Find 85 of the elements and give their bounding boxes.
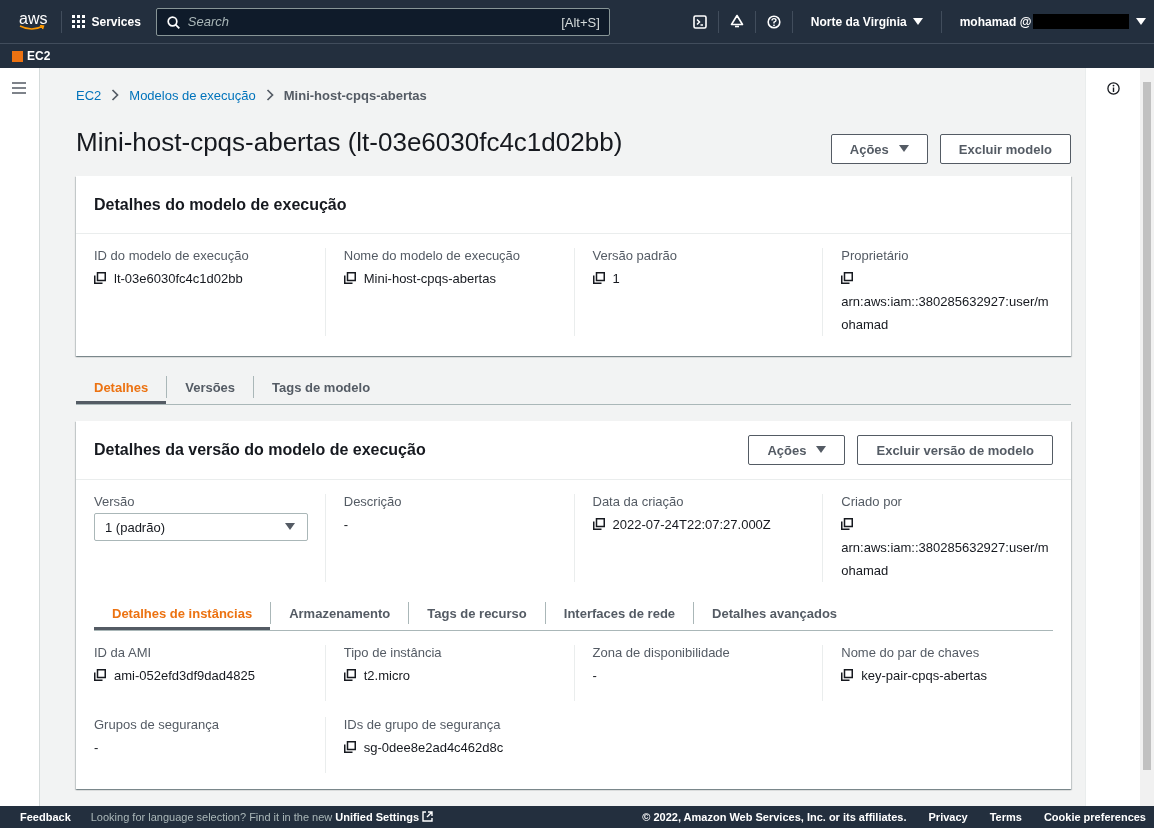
field-value: t2.micro	[363, 668, 410, 683]
copy-icon[interactable]	[343, 741, 356, 753]
unified-settings-link[interactable]: Unified Settings	[335, 811, 434, 823]
copy-icon[interactable]	[592, 518, 605, 530]
tab[interactable]: Armazenamento	[271, 596, 409, 630]
field-label: Descrição	[343, 494, 403, 509]
caret-down-icon	[912, 17, 923, 26]
shortcut-hint: [Alt+S]	[561, 14, 600, 30]
service-shortcut[interactable]: EC2	[27, 49, 51, 63]
services-button[interactable]: Services	[62, 14, 151, 29]
footer-link[interactable]: Terms	[989, 811, 1022, 823]
copy-icon[interactable]	[841, 272, 854, 284]
caret-down-icon	[898, 145, 909, 153]
tab[interactable]: Versões	[167, 370, 254, 404]
smile-arrow-icon	[19, 25, 45, 31]
menu-icon[interactable]	[12, 82, 26, 94]
external-link-icon	[422, 811, 434, 822]
aws-logo[interactable]: aws	[19, 12, 48, 31]
field-value: lt-03e6030fc4c1d02bb	[114, 271, 243, 286]
page-title: Mini-host-cpqs-abertas (lt-03e6030fc4c1d02bb)	[76, 126, 623, 158]
tab[interactable]: Interfaces de rede	[545, 596, 694, 630]
field-value: Mini-host-cpqs-abertas	[363, 271, 496, 286]
actions-dropdown-button[interactable]: Ações	[830, 134, 928, 164]
chevron-right-icon	[265, 89, 274, 101]
region-selector[interactable]: Norte da Virgínia	[792, 14, 941, 29]
field-label: Nome do modelo de execução	[343, 248, 522, 263]
feedback-link[interactable]: Feedback	[20, 811, 71, 823]
field-value: -	[592, 668, 597, 683]
tab[interactable]: Tags de modelo	[254, 370, 389, 404]
field-label: Versão padrão	[592, 248, 679, 263]
grid-icon	[72, 15, 86, 28]
delete-version-button[interactable]: Excluir versão de modelo	[857, 435, 1053, 465]
copyright-text: © 2022, Amazon Web Services, Inc. or its affiliates.	[642, 811, 907, 823]
language-hint: Looking for language selection? Find it in the new Unified Settings	[90, 811, 434, 823]
copy-icon[interactable]	[94, 669, 106, 681]
account-menu[interactable]: mohamad @	[959, 14, 1032, 29]
footer-link[interactable]: Privacy	[928, 811, 968, 823]
field-value: 1	[612, 271, 620, 286]
field-label: ID da AMI	[94, 645, 153, 660]
copy-icon[interactable]	[343, 669, 356, 681]
field-value: sg-0dee8e2ad4c462d8c	[363, 740, 504, 755]
caret-down-icon	[1136, 17, 1146, 26]
breadcrumb-link[interactable]: EC2	[76, 87, 102, 103]
footer-link[interactable]: Cookie preferences	[1043, 811, 1146, 823]
info-icon[interactable]	[1106, 82, 1120, 95]
caret-down-icon	[285, 523, 295, 531]
ec2-service-icon	[12, 50, 23, 62]
field-value: ami-052efd3df9dad4825	[114, 668, 255, 683]
field-label: Tipo de instância	[343, 645, 443, 660]
caret-down-icon	[816, 446, 827, 454]
field-label: ID do modelo de execução	[94, 248, 250, 263]
field-label: Grupos de segurança	[94, 717, 221, 732]
copy-icon[interactable]	[592, 272, 605, 284]
field-value: -	[94, 740, 99, 755]
field-value: 2022-07-24T22:07:27.000Z	[612, 517, 771, 532]
tab[interactable]: Tags de recurso	[409, 596, 545, 630]
breadcrumb-current: Mini-host-cpqs-abertas	[283, 87, 427, 103]
copy-icon[interactable]	[841, 669, 854, 681]
chevron-right-icon	[111, 89, 120, 101]
version-dropdown[interactable]: 1 (padrão)	[94, 513, 308, 541]
help-icon[interactable]	[766, 14, 781, 29]
field-label: Nome do par de chaves	[841, 645, 981, 660]
field-label: Zona de disponibilidade	[592, 645, 731, 660]
bell-icon[interactable]	[729, 14, 744, 29]
field-label: Criado por	[841, 494, 903, 509]
field-label: Versão	[94, 494, 136, 509]
field-value: key-pair-cpqs-abertas	[861, 668, 987, 683]
scrollbar[interactable]	[1140, 68, 1154, 806]
field-label: Proprietário	[841, 248, 910, 263]
card-title: Detalhes da versão do modelo de execução	[94, 441, 426, 459]
field-value: arn:aws:iam::380285632927:user/mohamad	[841, 540, 1049, 578]
card-title: Detalhes do modelo de execução	[94, 195, 347, 214]
tab[interactable]: Detalhes avançados	[694, 596, 856, 630]
copy-icon[interactable]	[343, 272, 356, 284]
delete-template-button[interactable]: Excluir modelo	[939, 134, 1071, 164]
breadcrumb-link[interactable]: Modelos de execução	[129, 87, 256, 103]
field-label: Data da criação	[592, 494, 685, 509]
search-icon	[166, 15, 180, 29]
copy-icon[interactable]	[841, 518, 854, 530]
actions-dropdown-button[interactable]: Ações	[748, 435, 846, 465]
field-label: IDs de grupo de segurança	[343, 717, 502, 732]
field-value: arn:aws:iam::380285632927:user/mohamad	[841, 294, 1049, 332]
field-value: -	[343, 517, 349, 532]
terminal-icon[interactable]	[692, 14, 707, 29]
copy-icon[interactable]	[94, 272, 106, 284]
